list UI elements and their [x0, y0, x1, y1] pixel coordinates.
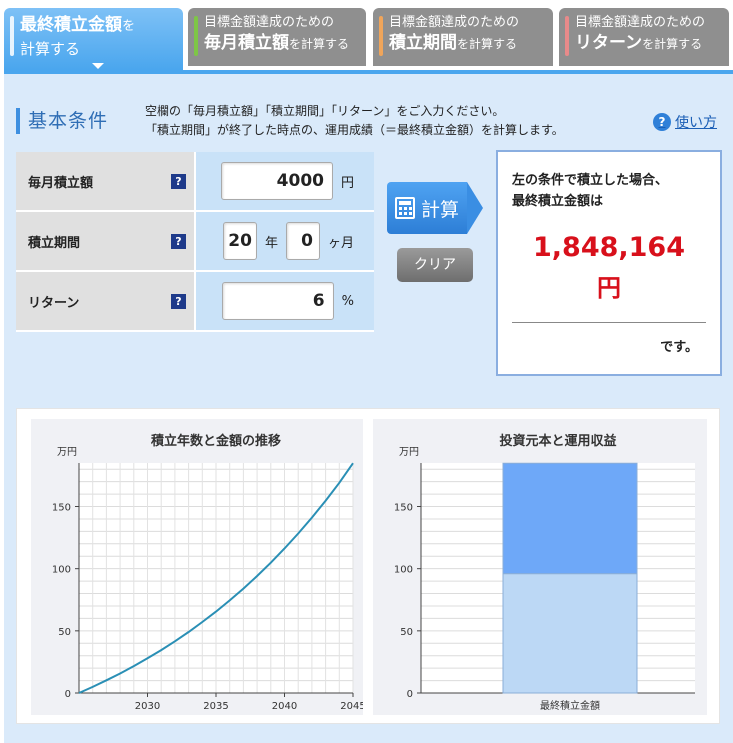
form-row-monthly: 毎月積立額 ? 4000 円	[16, 152, 374, 212]
bar-principal	[502, 573, 638, 694]
tab-subtitle: 計算する	[20, 40, 81, 58]
y-tick-label: 100	[394, 565, 413, 576]
tab-accent-bar	[10, 16, 14, 56]
y-tick-label: 50	[58, 627, 71, 638]
y-axis-unit: 万円	[57, 447, 77, 458]
main-panel: 基本条件 空欄の「毎月積立額」「積立期間」「リターン」をご入力ください。 「積立…	[4, 70, 733, 743]
period-months-input[interactable]: 0	[285, 222, 320, 260]
help-label: 使い方	[675, 115, 717, 131]
chart-panel: 積立年数と金額の推移万円 0 50 100 150 2030 2035 2040 2045 投資…	[16, 408, 720, 724]
caret-down-icon	[92, 63, 104, 69]
question-icon[interactable]: ?	[171, 174, 186, 189]
return-label: リターン ?	[16, 272, 196, 330]
form-row-return: リターン ? 6 %	[16, 272, 374, 332]
x-tick-label: 2045	[340, 701, 363, 712]
y-tick-label: 100	[52, 565, 71, 576]
x-tick-label: 最終積立金額	[540, 699, 600, 712]
result-text-line1: 左の条件で積立した場合、	[512, 173, 669, 188]
tab-accent-bar	[379, 16, 383, 56]
period-years-input[interactable]: 20	[222, 222, 257, 260]
tab-title: 目標金額達成のための	[575, 15, 706, 30]
section-title: 基本条件	[16, 108, 108, 134]
y-tick-label: 0	[407, 689, 413, 700]
y-tick-label: 50	[400, 627, 413, 638]
growth-line-chart: 積立年数と金額の推移万円 0 50 100 150 2030 2035 2040 2045	[52, 433, 366, 712]
tab-subtitle: 積立期間を計算する	[389, 33, 518, 53]
monthly-label: 毎月積立額 ?	[16, 152, 196, 210]
bar-return	[502, 462, 638, 575]
intro-text: 空欄の「毎月積立額」「積立期間」「リターン」をご入力ください。 「積立期間」が終…	[145, 104, 564, 137]
chart-title: 積立年数と金額の推移	[150, 433, 281, 449]
monthly-unit: 円	[340, 175, 354, 191]
tab-subtitle: リターンを計算する	[575, 33, 703, 53]
tab-title: 目標金額達成のための	[389, 15, 520, 30]
y-tick-label: 150	[52, 503, 71, 514]
result-text-line2: 最終積立金額は	[512, 194, 604, 209]
result-yen: 円	[597, 274, 621, 302]
x-tick-label: 2030	[135, 701, 160, 712]
clear-button[interactable]: クリア	[397, 248, 473, 282]
tab-accent-bar	[194, 16, 198, 56]
calculator-icon	[395, 197, 415, 219]
form-row-period: 積立期間 ? 20 年 0 ヶ月	[16, 212, 374, 272]
tab-monthly-amount[interactable]: 目標金額達成のための 毎月積立額を計算する	[188, 8, 366, 66]
x-tick-label: 2040	[272, 701, 297, 712]
calculate-button[interactable]: 計算	[387, 182, 483, 234]
tab-period[interactable]: 目標金額達成のための 積立期間を計算する	[373, 8, 553, 66]
chart-title: 投資元本と運用収益	[499, 433, 616, 449]
help-link[interactable]: ? 使い方	[653, 112, 717, 132]
return-unit: %	[341, 293, 354, 309]
arrow-right-icon	[467, 182, 483, 234]
principal-return-bar-chart: 投資元本と運用収益万円 0 50 100 150 最終積立金額	[394, 433, 695, 712]
bar-chart-card: 投資元本と運用収益万円 0 50 100 150 最終積立金額	[373, 419, 707, 715]
years-unit: 年	[264, 235, 278, 251]
input-form: 毎月積立額 ? 4000 円 積立期間 ? 20 年 0 ヶ月 リターン ? 6…	[16, 152, 374, 332]
return-input[interactable]: 6	[221, 282, 334, 320]
y-tick-label: 0	[65, 689, 71, 700]
result-suffix: です。	[660, 340, 698, 355]
result-divider	[512, 322, 706, 323]
tab-title: 目標金額達成のための	[204, 15, 335, 30]
y-tick-label: 150	[394, 503, 413, 514]
help-icon: ?	[653, 113, 671, 131]
y-axis-unit: 万円	[399, 447, 419, 458]
line-chart-card: 積立年数と金額の推移万円 0 50 100 150 2030 2035 2040 2045	[31, 419, 366, 715]
period-label: 積立期間 ?	[16, 212, 196, 270]
x-tick-label: 2035	[203, 701, 228, 712]
calculate-label: 計算	[421, 198, 460, 221]
monthly-amount-input[interactable]: 4000	[220, 162, 333, 200]
result-box: 左の条件で積立した場合、 最終積立金額は 1,848,164 円 です。	[496, 150, 722, 376]
result-value: 1,848,164	[532, 232, 686, 263]
question-icon[interactable]: ?	[171, 234, 186, 249]
tab-subtitle: 毎月積立額を計算する	[204, 33, 350, 53]
tab-final-amount[interactable]: 最終積立金額を 計算する	[4, 8, 183, 70]
question-icon[interactable]: ?	[171, 294, 186, 309]
tab-accent-bar	[565, 16, 569, 56]
months-unit: ヶ月	[327, 235, 354, 251]
tab-return[interactable]: 目標金額達成のための リターンを計算する	[559, 8, 729, 66]
tab-title: 最終積立金額を	[20, 15, 136, 35]
